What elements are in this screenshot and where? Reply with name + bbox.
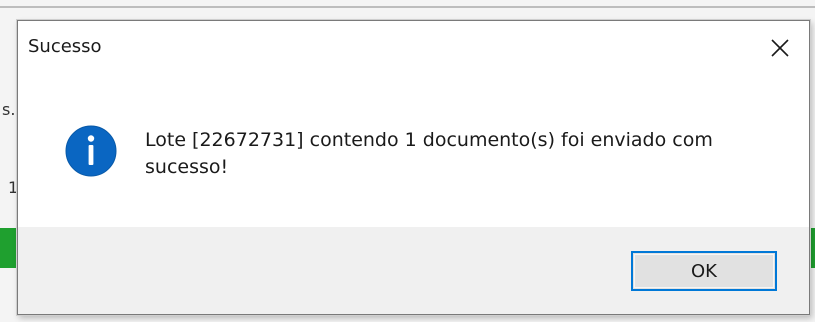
screen: s. 1 Sucesso Lote [22672731] contendo 1 … (0, 0, 815, 322)
dialog-footer: OK (18, 227, 809, 314)
dialog-message: Lote [22672731] contendo 1 documento(s) … (145, 129, 713, 178)
ok-button[interactable]: OK (631, 251, 777, 291)
close-button[interactable] (765, 33, 795, 63)
dialog-titlebar: Sucesso (18, 21, 809, 75)
dialog-title: Sucesso (28, 36, 102, 57)
background-text-fragment: s. (2, 100, 16, 119)
success-dialog: Sucesso Lote [22672731] contendo 1 docum… (17, 20, 810, 315)
close-icon (771, 39, 789, 57)
background-divider (0, 6, 815, 8)
info-icon (65, 125, 117, 177)
dialog-content: Lote [22672731] contendo 1 documento(s) … (18, 75, 809, 228)
background-green-bar (0, 228, 16, 268)
